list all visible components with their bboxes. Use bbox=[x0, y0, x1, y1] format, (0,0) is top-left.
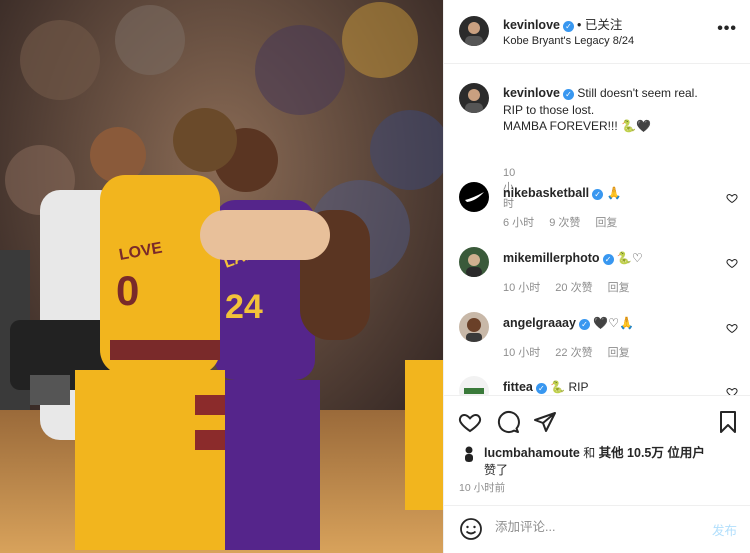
verified-badge-icon: ✓ bbox=[578, 319, 590, 330]
comment-text: 🐍 RIP bbox=[550, 380, 589, 394]
comment-username[interactable]: angelgraaay bbox=[503, 316, 576, 330]
comment-time: 10 小时 bbox=[503, 347, 541, 359]
comment-text: 🖤♡🙏 bbox=[593, 316, 634, 330]
comment-input[interactable] bbox=[495, 520, 695, 534]
heart-icon[interactable] bbox=[726, 322, 738, 334]
comment-text: 🐍♡ bbox=[616, 251, 643, 265]
avatar[interactable] bbox=[459, 16, 489, 46]
liked-conj: 和 bbox=[583, 446, 596, 460]
comment-likes[interactable]: 9 次赞 bbox=[549, 217, 580, 229]
reply-button[interactable]: 回复 bbox=[608, 347, 630, 359]
comments-list[interactable]: kevinlove ✓ Still doesn't seem real. RIP … bbox=[444, 65, 750, 395]
reply-button[interactable]: 回复 bbox=[608, 282, 630, 294]
jersey-number-right: 24 bbox=[225, 288, 263, 326]
comment-text: 🙏 bbox=[606, 186, 622, 200]
heart-icon[interactable] bbox=[726, 386, 738, 395]
comment-username[interactable]: nikebasketball bbox=[503, 186, 589, 200]
caption-line-2: RIP to those lost. bbox=[503, 102, 595, 117]
verified-badge-icon: ✓ bbox=[562, 21, 574, 32]
comment-item: fittea ✓ 🐍 RIP bbox=[459, 376, 744, 395]
paper-plane-icon[interactable] bbox=[533, 410, 557, 434]
avatar[interactable] bbox=[459, 376, 489, 395]
avatar[interactable] bbox=[459, 312, 489, 342]
comment-username[interactable]: mikemillerphoto bbox=[503, 251, 600, 265]
avatar[interactable] bbox=[459, 182, 489, 212]
comment-bubble-icon[interactable] bbox=[496, 410, 520, 434]
post-photo[interactable]: 24 LAKERS LOVE 0 bbox=[0, 0, 443, 553]
reply-button[interactable]: 回复 bbox=[595, 217, 617, 229]
verified-badge-icon: ✓ bbox=[562, 89, 574, 100]
liked-by-username[interactable]: lucmbahamoute bbox=[484, 446, 580, 460]
smiley-icon[interactable] bbox=[459, 517, 483, 541]
author-username[interactable]: kevinlove bbox=[503, 18, 560, 32]
comment-time: 6 小时 bbox=[503, 217, 535, 229]
heart-icon[interactable] bbox=[726, 192, 738, 204]
post-side-panel: kevinlove ✓ • 已关注 Kobe Bryant's Legacy 8/2… bbox=[443, 0, 750, 553]
more-horizontal-icon[interactable]: ••• bbox=[717, 20, 737, 38]
comment-likes[interactable]: 22 次赞 bbox=[555, 347, 592, 359]
follow-status[interactable]: • 已关注 bbox=[577, 18, 622, 32]
post-timestamp[interactable]: 10 小时前 bbox=[459, 480, 505, 495]
comment-item: mikemillerphoto ✓ 🐍♡ 10 小时 20 次赞 回复 bbox=[459, 247, 744, 302]
avatar[interactable] bbox=[459, 247, 489, 277]
liked-suffix: 赞了 bbox=[484, 463, 509, 477]
post-actions: lucmbahamoute 和 其他 10.5万 位用户 赞了 10 小时前 bbox=[444, 395, 750, 505]
post-header: kevinlove ✓ • 已关注 Kobe Bryant's Legacy 8/2… bbox=[444, 0, 750, 64]
avatar[interactable] bbox=[460, 444, 478, 462]
verified-badge-icon: ✓ bbox=[592, 189, 604, 200]
avatar[interactable] bbox=[459, 83, 489, 113]
add-comment-bar: 发布 bbox=[444, 505, 750, 553]
caption-line-3: MAMBA FOREVER!!! 🐍🖤 bbox=[503, 119, 651, 133]
jersey-number-left: 0 bbox=[116, 267, 139, 314]
heart-icon[interactable] bbox=[458, 410, 482, 434]
heart-icon[interactable] bbox=[726, 257, 738, 269]
post-location[interactable]: Kobe Bryant's Legacy 8/24 bbox=[503, 35, 634, 47]
comment-item: angelgraaay ✓ 🖤♡🙏 10 小时 22 次赞 回复 bbox=[459, 312, 744, 367]
comment-item: nikebasketball ✓ 🙏 6 小时 9 次赞 回复 bbox=[459, 182, 744, 237]
liked-others-count[interactable]: 其他 10.5万 位用户 bbox=[599, 446, 705, 460]
verified-badge-icon: ✓ bbox=[535, 383, 547, 394]
post-comment-button[interactable]: 发布 bbox=[712, 520, 737, 539]
comment-username[interactable]: fittea bbox=[503, 380, 533, 394]
comment-time: 10 小时 bbox=[503, 282, 541, 294]
post-image: 24 LAKERS LOVE 0 bbox=[0, 0, 443, 553]
caption-username[interactable]: kevinlove bbox=[503, 86, 560, 100]
verified-badge-icon: ✓ bbox=[602, 254, 614, 265]
bookmark-icon[interactable] bbox=[716, 410, 740, 434]
comment-likes[interactable]: 20 次赞 bbox=[555, 282, 592, 294]
caption-line-1: Still doesn't seem real. bbox=[577, 86, 698, 100]
